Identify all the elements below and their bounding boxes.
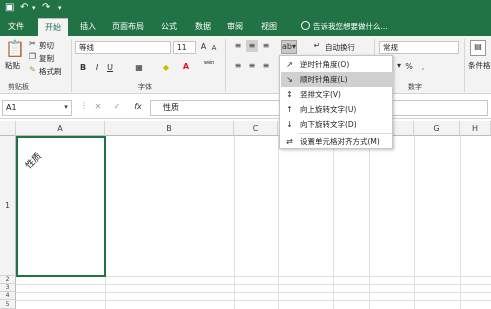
number-group-label: 数字: [408, 83, 422, 91]
align-bottom-icon[interactable]: ≡: [260, 40, 272, 52]
menu-item-vertical-text[interactable]: ↕ 竖排文字(V): [281, 87, 393, 102]
vertical-text-icon: ↕: [286, 90, 293, 99]
shrink-font-button[interactable]: A: [210, 42, 218, 54]
menu-item-angle-counterclockwise[interactable]: ↗ 逆时针角度(O): [281, 57, 393, 72]
column-header[interactable]: C: [234, 121, 278, 136]
cancel-icon[interactable]: ✕: [93, 101, 103, 113]
wrap-text-button[interactable]: 自动换行: [325, 42, 355, 53]
font-size-select[interactable]: 11: [173, 41, 196, 54]
format-alignment-icon: ⇄: [286, 137, 293, 146]
more-options-icon: ⋮: [80, 101, 88, 110]
tab-review[interactable]: 审阅: [222, 18, 248, 36]
italic-button[interactable]: I: [92, 62, 102, 74]
cell-a1-text: 性质: [24, 151, 44, 172]
enter-icon[interactable]: ✓: [112, 101, 122, 113]
redo-icon[interactable]: ↷: [42, 2, 50, 14]
bold-button[interactable]: B: [78, 62, 88, 74]
tab-file[interactable]: 文件: [3, 18, 29, 36]
name-box-dropdown-icon[interactable]: ▾: [62, 101, 70, 113]
clipboard-icon[interactable]: 📋: [5, 39, 25, 59]
menu-item-angle-clockwise[interactable]: ↘ 顺时针角度(L): [281, 72, 393, 87]
column-header[interactable]: B: [105, 121, 234, 136]
column-header[interactable]: G: [414, 121, 460, 136]
tab-data[interactable]: 数据: [190, 18, 216, 36]
font-color-icon[interactable]: A: [180, 61, 192, 73]
ribbon-tabs: 文件 开始 插入 页面布局 公式 数据 审阅 视图 告诉我您想要做什么...: [0, 18, 491, 36]
rotate-down-icon: ↓: [286, 120, 293, 129]
column-header[interactable]: A: [16, 121, 105, 136]
save-icon[interactable]: ▣: [5, 2, 14, 14]
conditional-formatting-button[interactable]: 条件格: [468, 60, 491, 71]
number-format-select[interactable]: 常规: [379, 41, 459, 54]
group-divider: [71, 39, 72, 92]
grow-font-button[interactable]: A: [199, 41, 208, 53]
paste-button[interactable]: 粘贴: [5, 60, 20, 71]
scissors-icon[interactable]: ✂: [28, 38, 37, 50]
percent-button[interactable]: %: [404, 61, 414, 73]
row-header[interactable]: 4: [0, 292, 16, 300]
formula-bar: A1 ▾ ⋮ ✕ ✓ fx 性质: [0, 97, 491, 119]
format-painter-icon[interactable]: ✎: [28, 64, 37, 76]
currency-icon[interactable]: ▾: [394, 60, 404, 72]
tell-me-search[interactable]: 告诉我您想要做什么...: [301, 18, 388, 36]
copy-icon[interactable]: ❐: [28, 51, 37, 63]
font-name-select[interactable]: 等线: [75, 41, 171, 54]
gridline: [16, 300, 491, 301]
gridline: [16, 292, 491, 293]
tab-formulas[interactable]: 公式: [156, 18, 182, 36]
spreadsheet-grid: A B C D E F G H 1 2 3 4 5 性质: [0, 121, 491, 309]
align-left-icon[interactable]: ≡: [232, 60, 244, 72]
cut-button[interactable]: 剪切: [39, 40, 54, 51]
cell-a1[interactable]: 性质: [16, 136, 106, 277]
gridline: [16, 284, 491, 285]
ab-clockwise-icon: ↘: [286, 75, 293, 84]
wrap-text-icon[interactable]: ↵: [312, 40, 322, 52]
align-right-icon[interactable]: ≡: [260, 60, 272, 72]
orientation-menu: ↗ 逆时针角度(O) ↘ 顺时针角度(L) ↕ 竖排文字(V) ↑ 向上旋转文字…: [279, 55, 393, 149]
rotate-up-icon: ↑: [286, 105, 293, 114]
underline-button[interactable]: U: [105, 62, 115, 74]
group-divider: [225, 39, 226, 92]
row-header[interactable]: 1: [0, 136, 16, 276]
title-bar: ▣ ↶ ▾ ↷ ▾: [0, 0, 491, 18]
conditional-formatting-icon[interactable]: ▤: [470, 40, 486, 56]
font-group-label: 字体: [138, 83, 152, 91]
undo-icon[interactable]: ↶: [20, 2, 28, 14]
align-middle-icon[interactable]: ≡: [246, 40, 258, 52]
row-header[interactable]: 5: [0, 300, 16, 309]
group-divider: [464, 39, 465, 92]
comma-style-icon[interactable]: ,: [418, 61, 428, 73]
borders-icon[interactable]: ▦: [133, 62, 145, 74]
ribbon: 📋 粘贴 ✂ 剪切 ❐ 复制 ✎ 格式刷 剪贴板 等线 11 A A B I U…: [0, 36, 491, 94]
row-header[interactable]: 3: [0, 284, 16, 292]
phonetic-guide-button[interactable]: wén: [204, 60, 214, 66]
menu-item-format-cell-alignment[interactable]: ⇄ 设置单元格对齐方式(M): [281, 134, 393, 149]
menu-item-rotate-text-up[interactable]: ↑ 向上旋转文字(U): [281, 102, 393, 117]
tab-page-layout[interactable]: 页面布局: [108, 18, 148, 36]
orientation-button[interactable]: ab▾: [281, 40, 297, 54]
fill-color-icon[interactable]: ◆: [160, 62, 172, 74]
row-header[interactable]: 2: [0, 276, 16, 284]
lightbulb-icon: [301, 21, 310, 30]
undo-dropdown-icon[interactable]: ▾: [32, 2, 36, 14]
format-painter-button[interactable]: 格式刷: [39, 66, 62, 77]
menu-item-rotate-text-down[interactable]: ↓ 向下旋转文字(D): [281, 117, 393, 132]
tab-home[interactable]: 开始: [38, 18, 68, 36]
customize-quick-access-icon[interactable]: ▾: [58, 2, 62, 14]
clipboard-group-label: 剪贴板: [8, 83, 29, 91]
copy-button[interactable]: 复制: [39, 53, 54, 64]
insert-function-button[interactable]: fx: [132, 101, 144, 113]
select-all-corner[interactable]: [0, 121, 16, 136]
tab-insert[interactable]: 插入: [74, 18, 102, 36]
align-top-icon[interactable]: ≡: [232, 40, 244, 52]
ab-counterclockwise-icon: ↗: [286, 60, 293, 69]
tab-view[interactable]: 视图: [256, 18, 282, 36]
tell-me-text: 告诉我您想要做什么...: [313, 22, 388, 31]
column-header[interactable]: H: [460, 121, 491, 136]
align-center-icon[interactable]: ≡: [246, 60, 258, 72]
